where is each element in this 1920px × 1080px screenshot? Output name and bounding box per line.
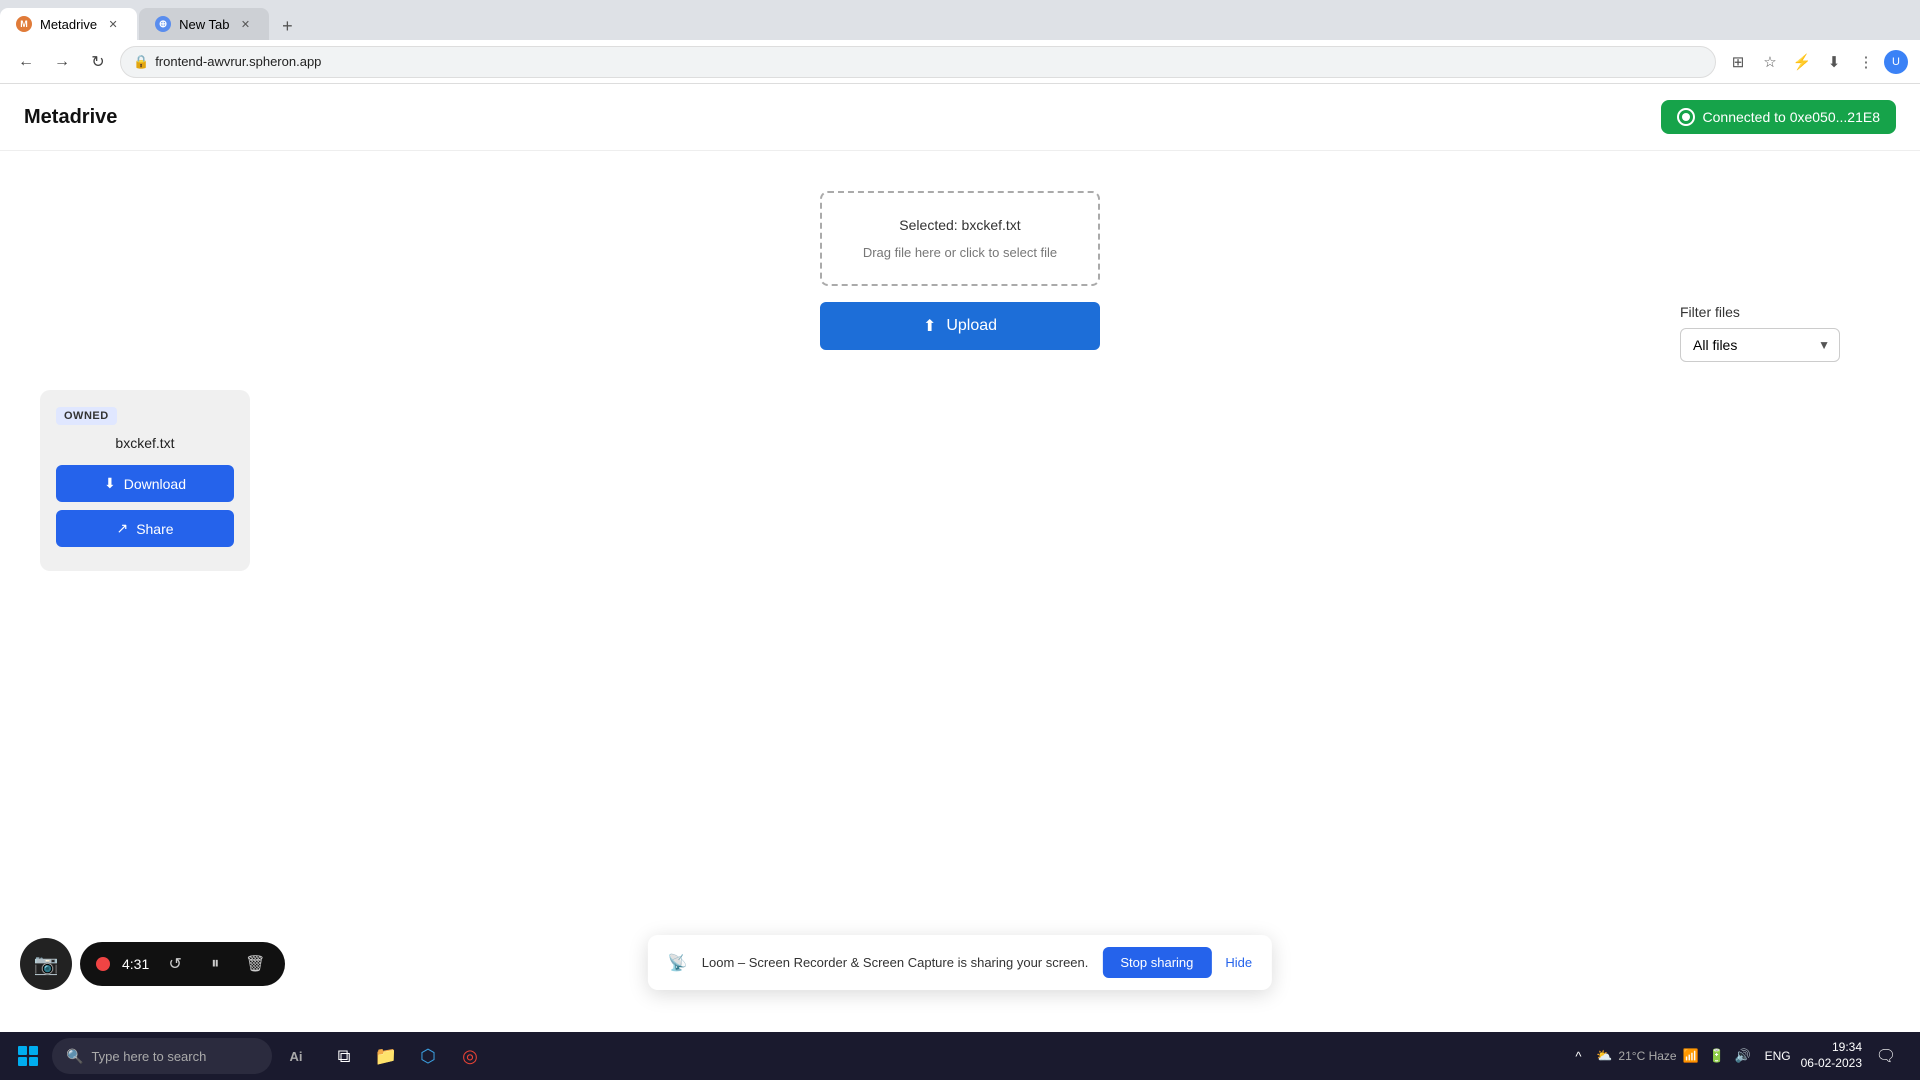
app-title: Metadrive [24,106,117,129]
connected-label: Connected to 0xe050...21E8 [1703,109,1880,125]
page-content: Metadrive Connected to 0xe050...21E8 Sel… [0,84,1920,1080]
reload-button[interactable]: ↻ [84,48,112,76]
upload-icon: ⬆ [923,316,936,336]
upload-button-label: Upload [946,317,997,335]
profile-avatar[interactable]: U [1884,50,1908,74]
screen-share-icon: 📡 [668,953,688,973]
weather-text: 21°C Haze [1618,1049,1676,1063]
file-card: OWNED bxckef.txt ⬇ Download ↗ Share [40,390,250,571]
tab-favicon-new: ⊕ [155,16,171,32]
taskbar-system-area: ^ ⛅ 21°C Haze 📶 🔋 🔊 ENG 19:34 06-02-2023… [1566,1038,1912,1074]
files-section: OWNED bxckef.txt ⬇ Download ↗ Share [0,370,1920,591]
tab-close-new[interactable]: ✕ [237,16,253,32]
tab-favicon-metadrive: M [16,16,32,32]
bookmark-icon[interactable]: ☆ [1756,48,1784,76]
tab-bar: M Metadrive ✕ ⊕ New Tab ✕ + [0,0,1920,40]
taskbar-search-icon: 🔍 [66,1048,83,1065]
notification-button[interactable]: 🗨 [1868,1038,1904,1074]
tab-label-new: New Tab [179,17,229,32]
selected-file-text: Selected: bxckef.txt [854,217,1066,233]
drop-hint-text: Drag file here or click to select file [854,245,1066,260]
filter-wrapper: All files Owned Shared ▼ [1680,328,1840,362]
upload-section: Selected: bxckef.txt Drag file here or c… [0,151,1920,370]
hide-link[interactable]: Hide [1225,955,1252,970]
extension-icon[interactable]: ⚡ [1788,48,1816,76]
filter-label: Filter files [1680,304,1840,320]
url-text: frontend-awvrur.spheron.app [155,54,1703,69]
undo-button[interactable]: ↺ [161,950,189,978]
ai-button[interactable]: Ai [276,1036,316,1076]
start-button[interactable] [8,1036,48,1076]
tab-metadrive[interactable]: M Metadrive ✕ [0,8,137,40]
share-icon: ↗ [116,520,128,537]
delete-button[interactable]: 🗑 [241,950,269,978]
download-icon: ⬇ [104,475,116,492]
tab-search-icon[interactable]: ⊞ [1724,48,1752,76]
battery-icon[interactable]: 🔋 [1705,1044,1729,1068]
recording-bar: 4:31 ↺ ⏸ 🗑 [80,942,285,986]
edge-icon[interactable]: ⬡ [408,1036,448,1076]
address-bar[interactable]: 🔒 frontend-awvrur.spheron.app [120,46,1716,78]
download-label: Download [124,476,186,492]
recording-dot-icon [96,957,110,971]
pause-button[interactable]: ⏸ [201,950,229,978]
stop-sharing-button[interactable]: Stop sharing [1102,947,1211,978]
system-icons: ^ ⛅ 21°C Haze 📶 🔋 🔊 [1566,1044,1754,1068]
taskview-button[interactable]: ⧉ [324,1036,364,1076]
download-button[interactable]: ⬇ Download [56,465,234,502]
clock-time: 19:34 [1801,1040,1862,1056]
tab-label-metadrive: Metadrive [40,17,97,32]
network-icon[interactable]: 📶 [1679,1044,1703,1068]
chrome-icon[interactable]: ◎ [450,1036,490,1076]
file-explorer-icon[interactable]: 📁 [366,1036,406,1076]
taskbar: 🔍 Type here to search Ai ⧉ 📁 ⬡ ◎ ^ ⛅ 21°… [0,1032,1920,1080]
connected-badge: Connected to 0xe050...21E8 [1661,100,1896,134]
nav-icons: ⊞ ☆ ⚡ ⬇ ⋮ U [1724,48,1908,76]
tab-new[interactable]: ⊕ New Tab ✕ [139,8,269,40]
new-tab-button[interactable]: + [273,12,301,40]
recording-controls: 📷 4:31 ↺ ⏸ 🗑 [20,938,285,990]
browser-chrome: M Metadrive ✕ ⊕ New Tab ✕ + ← → ↻ 🔒 fron… [0,0,1920,84]
language-indicator: ENG [1761,1049,1795,1063]
camera-button[interactable]: 📷 [20,938,72,990]
taskbar-search[interactable]: 🔍 Type here to search [52,1038,272,1074]
recording-time: 4:31 [122,956,149,972]
windows-icon [18,1046,38,1066]
share-label: Share [136,521,173,537]
nav-bar: ← → ↻ 🔒 frontend-awvrur.spheron.app ⊞ ☆ … [0,40,1920,84]
connected-dot-icon [1677,108,1695,126]
filter-select[interactable]: All files Owned Shared [1680,328,1840,362]
forward-button[interactable]: → [48,48,76,76]
taskbar-clock: 19:34 06-02-2023 [1801,1040,1862,1071]
back-button[interactable]: ← [12,48,40,76]
more-icon[interactable]: ⋮ [1852,48,1880,76]
file-name: bxckef.txt [56,435,234,451]
screen-share-bar: 📡 Loom – Screen Recorder & Screen Captur… [648,935,1272,990]
screen-share-message: Loom – Screen Recorder & Screen Capture … [702,955,1089,970]
chevron-up-icon[interactable]: ^ [1566,1044,1590,1068]
filter-section: Filter files All files Owned Shared ▼ [1680,304,1840,362]
upload-button[interactable]: ⬆ Upload [820,302,1100,350]
drop-zone[interactable]: Selected: bxckef.txt Drag file here or c… [820,191,1100,286]
taskbar-pinned-icons: ⧉ 📁 ⬡ ◎ [324,1036,490,1076]
tab-close-metadrive[interactable]: ✕ [105,16,121,32]
weather-icon[interactable]: ⛅ [1592,1044,1616,1068]
taskbar-search-placeholder: Type here to search [91,1049,206,1064]
volume-icon[interactable]: 🔊 [1731,1044,1755,1068]
download-nav-icon[interactable]: ⬇ [1820,48,1848,76]
clock-date: 06-02-2023 [1801,1056,1862,1072]
owned-badge: OWNED [56,407,117,425]
app-header: Metadrive Connected to 0xe050...21E8 [0,84,1920,151]
share-button[interactable]: ↗ Share [56,510,234,547]
